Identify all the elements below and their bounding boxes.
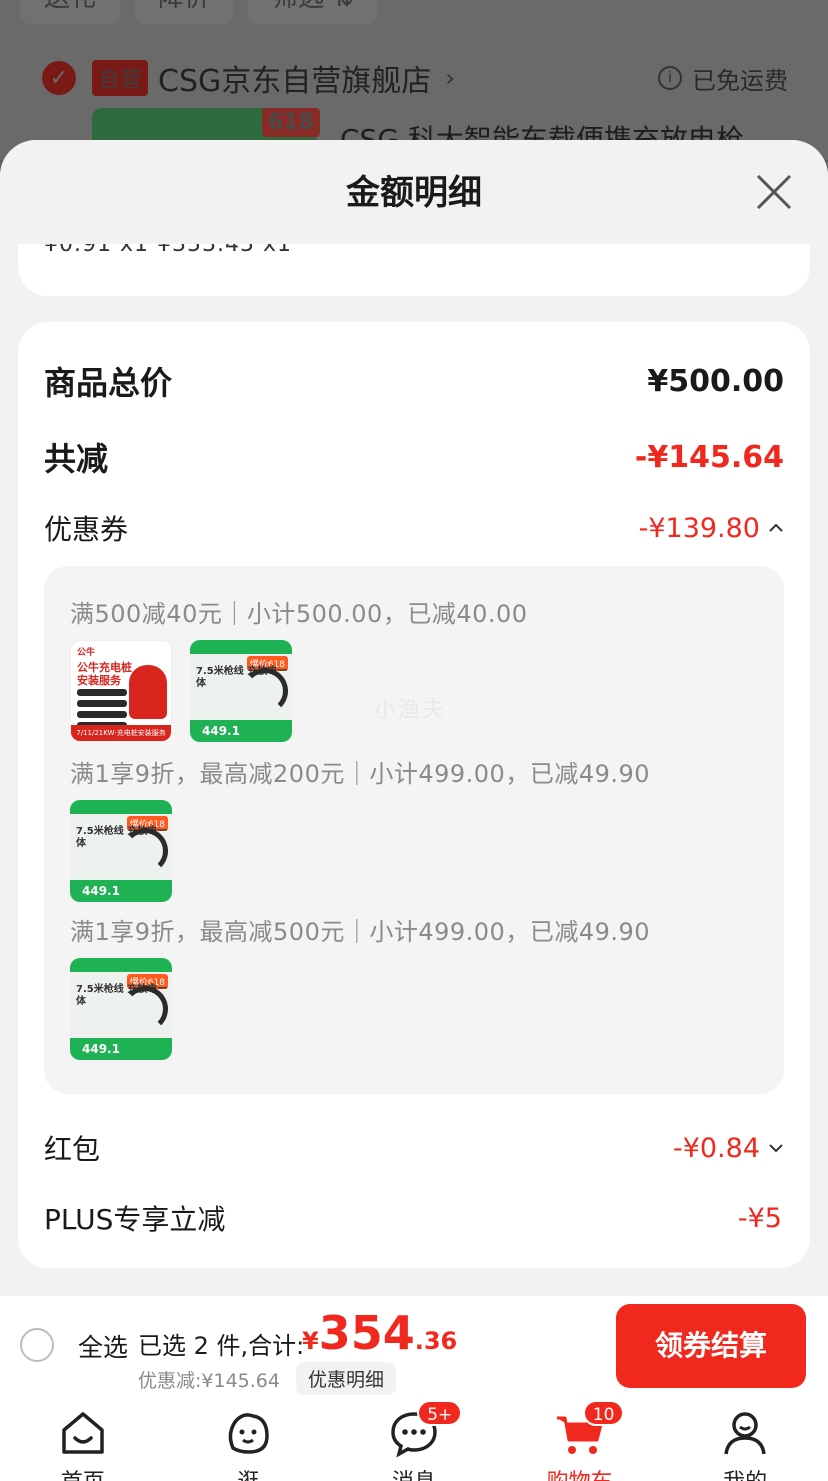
hongbao-label: 红包 bbox=[44, 1133, 101, 1166]
home-icon bbox=[62, 1412, 104, 1454]
total-yen: ¥ bbox=[302, 1327, 319, 1355]
filter-gift: 送礼 bbox=[20, 0, 121, 24]
filter-bar: 送礼 降价 筛选 ⇅ bbox=[20, 0, 379, 24]
reduced-row: 共减 -¥145.64 bbox=[44, 434, 784, 480]
thumb-footer: 7/11/21KW·充电桩安装服务 bbox=[71, 725, 171, 741]
background-cart-page: 送礼 降价 筛选 ⇅ ✓ 自营 CSG京东自营旗舰店 › i 已免运费 618 … bbox=[0, 0, 828, 168]
total-dec: .36 bbox=[414, 1327, 458, 1355]
tab-messages-label: 消息 bbox=[331, 1464, 497, 1481]
tab-home-label: 首页 bbox=[0, 1464, 166, 1481]
thumb-charger-1[interactable]: 爆价618 7.5米枪线 充放电一体 449.1 bbox=[190, 640, 292, 742]
saved-amount: 优惠减:¥145.64 bbox=[138, 1370, 280, 1392]
discount-detail-link[interactable]: 优惠明细 bbox=[296, 1362, 397, 1395]
checkout-button[interactable]: 领券结算 bbox=[616, 1304, 806, 1388]
tab-explore-label: 逛 bbox=[166, 1464, 332, 1481]
plus-label: PLUS专享立减 bbox=[44, 1203, 226, 1236]
coupon-value[interactable]: -¥139.80 bbox=[639, 513, 784, 544]
coupon-line-3: 满1享9折，最高减500元｜小计499.00，已减49.90 bbox=[70, 918, 651, 946]
cable-graphic bbox=[122, 828, 168, 874]
product-price-card: ¥0.91 x1 ¥353.45 x1 bbox=[18, 244, 810, 296]
sheet-title: 金额明细 bbox=[346, 173, 482, 213]
product-prices-cut: ¥0.91 x1 ¥353.45 x1 bbox=[44, 244, 292, 257]
cable-graphic bbox=[122, 986, 168, 1032]
tab-cart-label: 购物车 bbox=[497, 1464, 663, 1481]
tab-messages[interactable]: 5+ 消息 bbox=[331, 1396, 497, 1481]
free-shipping-text: 已免运费 bbox=[692, 66, 788, 95]
tab-profile[interactable]: 我的 bbox=[662, 1396, 828, 1481]
thumb-price: 449.1 bbox=[70, 880, 172, 902]
self-operated-tag: 自营 bbox=[92, 60, 149, 96]
cart-badge: 10 bbox=[582, 1400, 625, 1426]
thumb-brand: 公牛 bbox=[77, 648, 96, 658]
total-amount: ¥354.36 bbox=[302, 1306, 457, 1360]
chevron-down-icon[interactable] bbox=[768, 1143, 784, 1153]
hongbao-value[interactable]: -¥0.84 bbox=[673, 1133, 784, 1164]
plus-value: -¥5 bbox=[737, 1202, 782, 1234]
message-badge: 5+ bbox=[417, 1400, 463, 1426]
wrench-graphic bbox=[129, 665, 167, 719]
total-int: 354 bbox=[318, 1306, 415, 1360]
chevron-right-icon: › bbox=[445, 64, 455, 92]
thumb-charger-2[interactable]: 爆价618 7.5米枪线 充放电一体 449.1 bbox=[70, 800, 172, 902]
store-checked-icon: ✓ bbox=[42, 61, 76, 95]
thumb-price: 449.1 bbox=[190, 720, 292, 742]
total-price-label: 商品总价 bbox=[44, 364, 173, 402]
coupon-detail-box: 满500减40元｜小计500.00，已减40.00 公牛 公牛充电桩安装服务 7… bbox=[44, 566, 784, 1094]
info-icon: i bbox=[658, 66, 682, 90]
tab-cart[interactable]: 10 购物车 bbox=[497, 1396, 663, 1481]
thumb-price: 449.1 bbox=[70, 1038, 172, 1060]
tab-home[interactable]: 首页 bbox=[0, 1396, 166, 1481]
watermark: 小渔夫 bbox=[374, 698, 447, 723]
free-shipping: i 已免运费 bbox=[658, 61, 788, 96]
profile-icon bbox=[724, 1412, 766, 1455]
store-name: CSG京东自营旗舰店 bbox=[158, 64, 432, 99]
coupon-amount: -¥139.80 bbox=[638, 512, 760, 544]
select-all-radio[interactable] bbox=[20, 1328, 54, 1362]
filter-price-drop: 降价 bbox=[134, 0, 235, 24]
total-price-value: ¥500.00 bbox=[647, 363, 784, 399]
thumb-charger-3[interactable]: 爆价618 7.5米枪线 充放电一体 449.1 bbox=[70, 958, 172, 1060]
plus-row: PLUS专享立减 -¥5 bbox=[44, 1198, 784, 1238]
checkout-bar: 全选 已选 2 件,合计: ¥354.36 优惠减:¥145.64 优惠明细 领… bbox=[0, 1296, 828, 1396]
coupon-line-1: 满500减40元｜小计500.00，已减40.00 bbox=[70, 600, 528, 628]
product-badge: 618 bbox=[262, 108, 320, 137]
filter-sort: 筛选 ⇅ bbox=[248, 0, 379, 24]
select-all-label[interactable]: 全选 bbox=[78, 1328, 128, 1364]
cable-graphic bbox=[242, 668, 288, 714]
chevron-up-icon[interactable] bbox=[768, 523, 784, 533]
tab-bar: 首页 逛 5+ 消息 10 购物车 我的 bbox=[0, 1396, 828, 1481]
tab-profile-label: 我的 bbox=[662, 1464, 828, 1481]
tab-explore[interactable]: 逛 bbox=[166, 1396, 332, 1481]
coupon-row[interactable]: 优惠券 -¥139.80 bbox=[44, 508, 784, 548]
sheet-header: 金额明细 bbox=[0, 140, 828, 244]
amount-detail-sheet: 金额明细 ¥0.91 x1 ¥353.45 x1 商品总价 ¥500.00 共减… bbox=[0, 140, 828, 1481]
total-price-row: 商品总价 ¥500.00 bbox=[44, 358, 784, 404]
hongbao-row[interactable]: 红包 -¥0.84 bbox=[44, 1128, 784, 1168]
coupon-label: 优惠券 bbox=[44, 513, 129, 546]
summary-card: 商品总价 ¥500.00 共减 -¥145.64 优惠券 -¥139.80 满5… bbox=[18, 322, 810, 1268]
reduced-value: -¥145.64 bbox=[634, 439, 784, 475]
thumb-install-service[interactable]: 公牛 公牛充电桩安装服务 7/11/21KW·充电桩安装服务 bbox=[70, 640, 172, 742]
close-icon[interactable] bbox=[754, 172, 794, 212]
store-row: ✓ 自营 CSG京东自营旗舰店 › i 已免运费 bbox=[42, 56, 788, 100]
coupon-line-2: 满1享9折，最高减200元｜小计499.00，已减49.90 bbox=[70, 760, 651, 788]
selected-count: 已选 2 件,合计: bbox=[138, 1332, 305, 1360]
explore-icon bbox=[229, 1413, 270, 1454]
reduced-label: 共减 bbox=[44, 440, 109, 478]
hongbao-amount: -¥0.84 bbox=[672, 1132, 760, 1164]
